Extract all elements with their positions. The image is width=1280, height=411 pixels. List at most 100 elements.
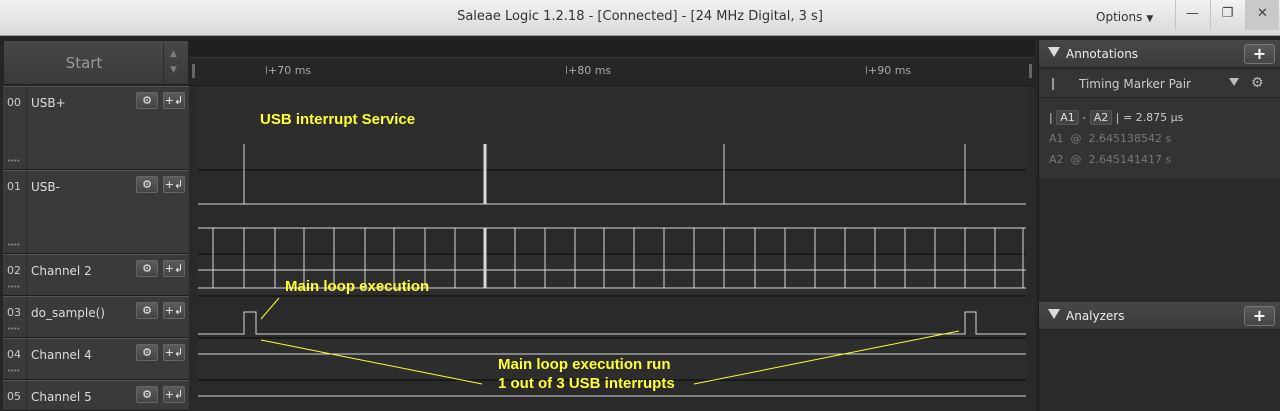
channel-name[interactable]: USB- xyxy=(31,180,60,194)
a2-value: 2.645141417 s xyxy=(1088,153,1172,166)
gear-icon[interactable]: ⚙ xyxy=(136,260,158,277)
timing-marker-row[interactable]: ❙ Timing Marker Pair ⚙ xyxy=(1039,70,1280,98)
drag-handle-icon[interactable]: •••• xyxy=(7,283,20,291)
channel-row[interactable]: 01 USB- ⚙ +↲ •••• xyxy=(3,170,193,254)
window-title: Saleae Logic 1.2.18 - [Connected] - [24 … xyxy=(457,9,823,24)
trigger-icon[interactable]: +↲ xyxy=(163,260,185,277)
trigger-icon[interactable]: +↲ xyxy=(163,386,185,403)
collapse-icon[interactable] xyxy=(1048,309,1060,319)
tick-mark xyxy=(866,66,867,74)
ruler-edge xyxy=(192,64,195,78)
delta-dash: - xyxy=(1082,111,1087,124)
channel-name[interactable]: Channel 4 xyxy=(31,348,92,362)
channel-row[interactable]: 00 USB+ ⚙ +↲ •••• xyxy=(3,86,189,170)
right-panel: Annotations + ❙ Timing Marker Pair ⚙ | A… xyxy=(1038,40,1280,411)
a1-label: A1 xyxy=(1049,132,1064,145)
chevron-down-icon: ▼ xyxy=(1146,14,1154,24)
channel-name[interactable]: Channel 2 xyxy=(31,264,92,278)
waveform-view[interactable]: +70 ms +80 ms +90 ms USB interrupt Servi… xyxy=(189,40,1035,411)
gear-icon[interactable]: ⚙ xyxy=(136,92,158,109)
gear-icon[interactable]: ⚙ xyxy=(136,176,158,193)
annotation-usb-service: USB interrupt Service xyxy=(260,111,416,128)
channel-name[interactable]: USB+ xyxy=(31,96,66,110)
row-bg xyxy=(198,170,1026,254)
spin-up-icon[interactable]: ▲ xyxy=(170,49,177,59)
channel-index: 00 xyxy=(7,96,21,109)
options-menu[interactable]: Options ▼ xyxy=(1096,10,1153,24)
a2-label: A2 xyxy=(1049,153,1064,166)
channel-row[interactable]: 02 Channel 2 ⚙ +↲ •••• xyxy=(3,254,193,296)
tick-mark xyxy=(266,66,267,74)
marker-a1-chip[interactable]: A1 xyxy=(1056,110,1079,125)
start-label: Start xyxy=(65,54,103,72)
divider xyxy=(26,255,27,295)
gear-icon[interactable]: ⚙ xyxy=(1251,75,1264,91)
restore-button[interactable]: ❐ xyxy=(1210,0,1244,30)
annotations-header[interactable]: Annotations + xyxy=(1039,40,1280,68)
trigger-icon[interactable]: +↲ xyxy=(163,302,185,319)
gear-icon[interactable]: ⚙ xyxy=(136,302,158,319)
annotation-run-line1: Main loop execution run xyxy=(498,356,671,373)
title-bar: Saleae Logic 1.2.18 - [Connected] - [24 … xyxy=(0,0,1280,36)
a2-at: @ xyxy=(1070,153,1082,166)
channel-index: 02 xyxy=(7,264,21,277)
annotation-run-line2: 1 out of 3 USB interrupts xyxy=(498,375,675,392)
delta-value: 2.875 μs xyxy=(1135,111,1184,124)
drag-handle-icon[interactable]: •••• xyxy=(7,325,20,333)
a1-at: @ xyxy=(1070,132,1082,145)
spin-down-icon[interactable]: ▼ xyxy=(170,65,177,75)
channel-index: 03 xyxy=(7,306,21,319)
gear-icon[interactable]: ⚙ xyxy=(136,386,158,403)
trigger-icon[interactable]: +↲ xyxy=(163,344,185,361)
divider xyxy=(26,339,27,379)
divider xyxy=(26,87,27,169)
delta-measurement: | A1 - A2 | = 2.875 μs xyxy=(1049,110,1184,125)
drag-handle-icon[interactable]: •••• xyxy=(7,367,20,375)
chevron-down-icon[interactable] xyxy=(1229,78,1239,86)
channel-name[interactable]: do_sample() xyxy=(31,306,105,320)
channel-row[interactable]: 03 do_sample() ⚙ +↲ •••• xyxy=(3,296,193,338)
annotation-main-loop: Main loop execution xyxy=(285,278,430,295)
delta-eq: = xyxy=(1122,111,1133,124)
row-bg xyxy=(198,296,1026,338)
tick-mark xyxy=(566,66,567,74)
add-analyzer-button[interactable]: + xyxy=(1244,306,1275,326)
divider xyxy=(163,43,164,83)
measurement-panel: | A1 - A2 | = 2.875 μs A1 @ 2.645138542 … xyxy=(1039,98,1280,178)
marker-a2-chip[interactable]: A2 xyxy=(1089,110,1113,125)
divider xyxy=(26,381,27,410)
a1-value: 2.645138542 s xyxy=(1088,132,1172,145)
channel-index: 01 xyxy=(7,180,21,193)
marker-type-select[interactable]: Timing Marker Pair xyxy=(1079,77,1191,91)
close-button[interactable]: ✕ xyxy=(1245,0,1279,30)
channel-row[interactable]: 04 Channel 4 ⚙ +↲ •••• xyxy=(3,338,193,380)
annotations-title: Annotations xyxy=(1066,47,1139,61)
time-ruler[interactable]: +70 ms +80 ms +90 ms xyxy=(189,40,1035,86)
drag-handle-icon[interactable]: •••• xyxy=(7,241,20,249)
add-annotation-button[interactable]: + xyxy=(1244,44,1275,64)
annotations-list-area xyxy=(1039,178,1280,302)
channel-row[interactable]: 05 Channel 5 ⚙ +↲ xyxy=(3,380,193,411)
trigger-icon[interactable]: +↲ xyxy=(163,92,185,109)
minimize-button[interactable]: — xyxy=(1175,0,1209,30)
analyzers-title: Analyzers xyxy=(1066,309,1125,323)
a1-time: A1 @ 2.645138542 s xyxy=(1049,132,1171,145)
analyzers-list-area xyxy=(1039,330,1280,411)
row-bg xyxy=(198,86,1026,170)
channel-index: 04 xyxy=(7,348,21,361)
start-button[interactable]: Start ▲ ▼ xyxy=(3,40,189,85)
divider xyxy=(26,171,27,253)
a2-time: A2 @ 2.645141417 s xyxy=(1049,153,1171,166)
gear-icon[interactable]: ⚙ xyxy=(136,344,158,361)
pin-icon[interactable]: ❙ xyxy=(1048,76,1058,90)
ruler-edge xyxy=(1029,64,1032,78)
channel-name[interactable]: Channel 5 xyxy=(31,390,92,404)
tick-label: +90 ms xyxy=(868,64,912,77)
analyzers-header[interactable]: Analyzers + xyxy=(1039,302,1280,330)
scroll-bar[interactable] xyxy=(189,40,1035,58)
channel-index: 05 xyxy=(7,390,21,403)
collapse-icon[interactable] xyxy=(1048,47,1060,57)
tick-label: +70 ms xyxy=(268,64,312,77)
drag-handle-icon[interactable]: •••• xyxy=(7,157,20,165)
trigger-icon[interactable]: +↲ xyxy=(163,176,185,193)
